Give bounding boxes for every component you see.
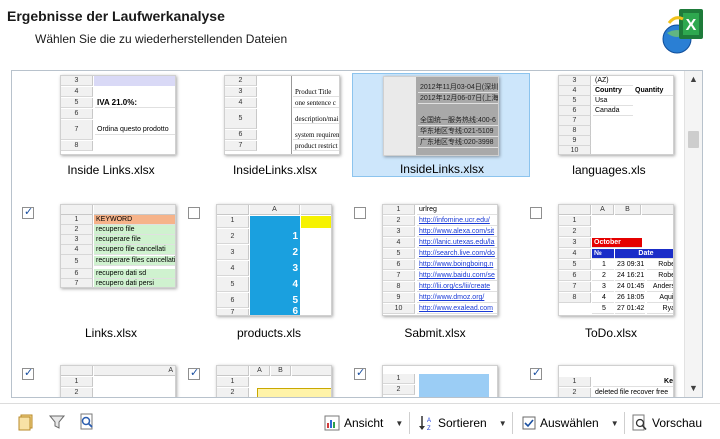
file-checkbox[interactable] [530, 366, 542, 380]
checkbox-icon [522, 416, 536, 430]
page-subtitle: Wählen Sie die zu wiederherstellenden Da… [35, 32, 288, 46]
file-preview: A 1 2 3 4 5 6 7 1 2 3 4 5 6 [216, 204, 332, 316]
select-label: Auswählen [540, 416, 599, 430]
file-preview: A 1 2 [60, 365, 176, 397]
recovery-results-window: Ergebnisse der Laufwerkanalyse Wählen Si… [0, 0, 720, 439]
file-name: Inside Links.xlsx [67, 163, 155, 177]
file-tile-selected[interactable]: 2012年11月03-04日(深圳 2012年12月06-07日(上海 全国统一… [352, 73, 530, 177]
file-checkbox[interactable] [22, 366, 34, 380]
preview-icon [632, 414, 647, 431]
file-checkbox[interactable] [354, 366, 366, 380]
file-name: languages.xls [572, 163, 646, 177]
svg-text:X: X [686, 17, 697, 34]
vertical-scrollbar[interactable]: ▲ ▼ [684, 71, 702, 397]
file-name: Links.xlsx [84, 326, 137, 340]
file-name: InsideLinks.xlsx [232, 163, 318, 177]
file-tile[interactable]: 1 2 3 4 5 6 7 KEYWORD recupero file recu… [14, 204, 192, 340]
file-checkbox[interactable] [22, 205, 34, 219]
sort-dropdown-icon[interactable]: ▼ [499, 419, 507, 428]
view-dropdown-icon[interactable]: ▼ [395, 419, 403, 428]
file-preview: A B 1 2 [216, 365, 332, 397]
file-tile[interactable]: 3 4 5 6 7 8 9 10 (AZ) Country Quantity U… [520, 75, 698, 179]
select-dropdown-icon[interactable]: ▼ [611, 419, 619, 428]
excel-recovery-icon: X [662, 9, 703, 54]
file-thumbnail-grid[interactable]: 3 4 5 6 7 8 IVA 21.0%: Ordina questo pro… [11, 70, 703, 398]
scroll-up-icon[interactable]: ▲ [685, 71, 702, 88]
preview-label: Vorschau [652, 416, 703, 430]
file-name: ToDo.xlsx [584, 326, 637, 340]
file-checkbox[interactable] [188, 366, 200, 380]
file-name: Sabmit.xlsx [404, 326, 466, 340]
file-checkbox[interactable] [354, 207, 366, 219]
view-button[interactable]: Ansicht ▼ [324, 411, 403, 435]
file-tile[interactable]: A 1 2 [14, 365, 192, 397]
folder-icon[interactable] [18, 413, 36, 431]
file-tile[interactable]: 1 2 3 4 5 6 7 8 9 10 urlreg http://infom… [346, 204, 524, 340]
file-tile[interactable]: A B 1 2 [180, 365, 358, 397]
page-title: Ergebnisse der Laufwerkanalyse [7, 8, 225, 24]
file-preview: 2012年11月03-04日(深圳 2012年12月06-07日(上海 全国统一… [383, 76, 499, 156]
svg-text:Z: Z [427, 426, 431, 432]
file-checkbox[interactable] [188, 207, 200, 219]
filter-icon[interactable] [48, 413, 66, 431]
file-preview: 1 2 Ke deleted file recover free [558, 365, 674, 397]
sort-icon: A Z [419, 416, 431, 432]
file-name: InsideLinks.xlsx [399, 162, 485, 176]
file-preview: 3 4 5 6 7 8 IVA 21.0%: Ordina questo pro… [60, 75, 176, 155]
scrollbar-thumb[interactable] [688, 131, 699, 148]
file-preview: A B 1 2 3 4 5 6 7 8 October № Date 1 23 … [558, 204, 674, 316]
sort-button[interactable]: A Z Sortieren ▼ [418, 411, 507, 435]
file-tile[interactable]: 1 2 [346, 365, 524, 397]
file-name: products.xls [236, 326, 302, 340]
chart-view-icon [324, 415, 340, 431]
file-tile[interactable]: A B 1 2 3 4 5 6 7 8 October № Date 1 23 … [522, 204, 700, 340]
view-label: Ansicht [344, 416, 384, 430]
scroll-down-icon[interactable]: ▼ [685, 380, 702, 397]
file-preview: 1 2 3 4 5 6 7 KEYWORD recupero file recu… [60, 204, 176, 288]
file-tile[interactable]: 1 2 Ke deleted file recover free [522, 365, 700, 397]
sort-label: Sortieren [438, 416, 487, 430]
file-tile[interactable]: 3 4 5 6 7 8 IVA 21.0%: Ordina questo pro… [22, 75, 200, 179]
svg-text:A: A [427, 418, 431, 424]
header: Ergebnisse der Laufwerkanalyse Wählen Si… [0, 0, 720, 60]
bottom-toolbar: Ansicht ▼ A Z Sortieren ▼ Auswählen ▼ Vo… [0, 403, 720, 439]
preview-button[interactable]: Vorschau [632, 411, 702, 435]
file-preview: 3 4 5 6 7 8 9 10 (AZ) Country Quantity U… [558, 75, 674, 155]
search-file-icon[interactable] [78, 413, 96, 431]
file-preview: 2 3 4 5 6 7 Product Title one sentence c… [224, 75, 340, 155]
file-tile[interactable]: A 1 2 3 4 5 6 7 1 2 3 4 5 6 products.xls [180, 204, 358, 340]
select-button[interactable]: Auswählen ▼ [522, 411, 619, 435]
file-preview: 1 2 3 4 5 6 7 8 9 10 urlreg http://infom… [382, 204, 498, 316]
file-checkbox[interactable] [530, 207, 542, 219]
file-tile[interactable]: 2 3 4 5 6 7 Product Title one sentence c… [186, 75, 364, 179]
file-preview: 1 2 [382, 365, 498, 397]
